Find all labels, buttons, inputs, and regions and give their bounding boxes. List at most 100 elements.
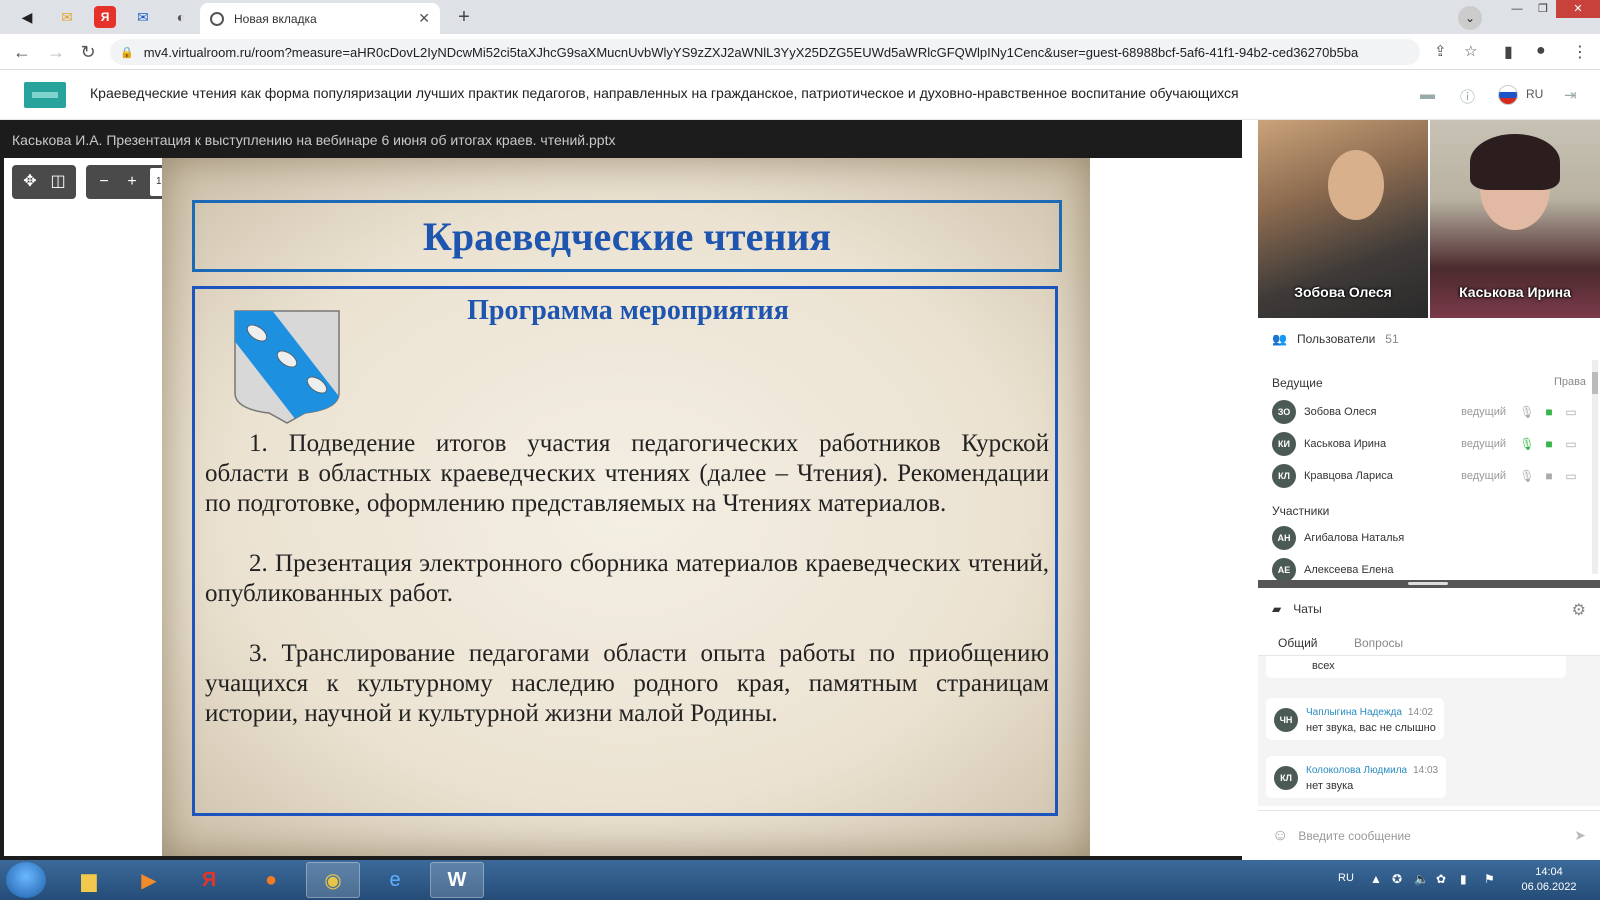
zoom-in-button[interactable]: + <box>118 168 146 196</box>
share-icon[interactable]: ⇪ <box>1434 42 1447 60</box>
network-icon[interactable]: ▮ <box>1460 872 1467 886</box>
users-scrollbar[interactable] <box>1592 360 1598 574</box>
user-name: Агибалова Наталья <box>1304 532 1405 544</box>
emoji-icon[interactable]: ☺ <box>1272 827 1288 845</box>
antivirus-icon[interactable]: ✪ <box>1392 872 1402 886</box>
user-role: ведущий <box>1461 406 1506 418</box>
yandex-browser-icon[interactable]: Я <box>182 862 236 898</box>
bookmark-star-icon[interactable]: ☆ <box>1464 42 1477 60</box>
language-code[interactable]: RU <box>1526 87 1543 101</box>
message-author: Колоколова Людмила <box>1306 765 1408 776</box>
new-tab-button[interactable]: + <box>452 6 476 30</box>
window-controls: — ❐ ✕ <box>1504 0 1600 18</box>
slide-title-frame: Краеведческие чтения <box>192 200 1062 272</box>
app-logo[interactable] <box>24 82 66 108</box>
start-button[interactable] <box>6 862 46 898</box>
avatar: КЛ <box>1272 464 1296 488</box>
mic-off-icon[interactable]: 🎙 <box>1516 405 1538 419</box>
info-icon[interactable]: ⓘ <box>1460 86 1475 107</box>
user-row[interactable]: ЗО Зобова Олеся ведущий 🎙 ■ ▭ <box>1272 398 1582 426</box>
avatar: ЗО <box>1272 400 1296 424</box>
view-mode-group: ✥ ◫ <box>12 165 76 199</box>
send-icon[interactable]: ➤ <box>1574 827 1586 844</box>
minimize-icon[interactable]: — <box>1504 0 1530 18</box>
close-tab-icon[interactable]: ✕ <box>418 10 430 27</box>
media-player-icon[interactable]: ▶ <box>122 862 176 898</box>
chat-input[interactable]: ☺ Введите сообщение ➤ <box>1258 810 1600 860</box>
chat-messages[interactable]: всех ЧН Чаплыгина Надежда 14:02 нет звука… <box>1258 656 1600 806</box>
back-icon[interactable]: ← <box>10 40 34 64</box>
camera-on-icon[interactable]: ■ <box>1538 405 1560 419</box>
user-name: Зобова Олеся <box>1304 406 1377 418</box>
word-icon[interactable]: W <box>430 862 484 898</box>
tab-questions[interactable]: Вопросы <box>1354 636 1403 650</box>
message-text: нет звука <box>1306 780 1354 792</box>
lock-icon[interactable]: 🔒 <box>120 46 134 59</box>
video-tile-kaskova[interactable]: Каськова Ирина <box>1430 120 1600 318</box>
users-icon: 👥 <box>1272 332 1287 346</box>
chat-settings-gear-icon[interactable]: ⚙ <box>1572 600 1586 620</box>
clock-time: 14:04 <box>1535 866 1563 878</box>
panel-resize-handle[interactable] <box>1258 580 1600 588</box>
slide-body-frame: Программа мероприятия 1. Подведение итог… <box>192 286 1058 816</box>
user-row[interactable]: КЛ Кравцова Лариса ведущий 🎙 ■ ▭ <box>1272 462 1582 490</box>
tab-general[interactable]: Общий <box>1278 636 1318 658</box>
speaker-icon[interactable]: ◀ <box>16 6 38 28</box>
mailbox-icon[interactable]: ✉ <box>132 6 154 28</box>
side-panel-icon[interactable]: ▮ <box>1504 42 1513 62</box>
tray-expand-icon[interactable]: ▲ <box>1370 872 1382 886</box>
globe-icon[interactable]: ◐ <box>170 6 192 28</box>
users-header[interactable]: 👥 Пользователи 51 <box>1272 332 1399 346</box>
coat-of-arms-icon <box>234 310 340 424</box>
move-icon[interactable]: ✥ <box>16 168 44 196</box>
camera-on-icon[interactable]: ■ <box>1538 437 1560 451</box>
system-clock[interactable]: 14:04 06.06.2022 <box>1514 865 1584 895</box>
explorer-folder-icon[interactable]: ▆ <box>62 862 116 898</box>
internet-explorer-icon[interactable]: e <box>368 862 422 898</box>
omnibox[interactable]: 🔒 mv4.virtualroom.ru/room?measure=aHR0cD… <box>110 39 1420 65</box>
profile-icon[interactable]: ● <box>1536 42 1546 60</box>
slide-agenda-list: 1. Подведение итогов участия педагогичес… <box>205 429 1049 759</box>
forward-icon[interactable]: → <box>44 40 68 64</box>
action-center-icon[interactable]: ⚑ <box>1484 872 1495 886</box>
chat-message: КЛ Колоколова Людмила 14:03 нет звука <box>1266 756 1447 798</box>
tab-new-tab[interactable]: Новая вкладка ✕ <box>200 3 440 34</box>
windows-taskbar: ▆ ▶ Я ● ◉ e W RU ▲ ✪ 🔈 ✿ ▮ ⚑ 14:04 06.06… <box>0 860 1600 900</box>
folder-icon[interactable]: ▬ <box>1420 86 1435 103</box>
mic-on-icon[interactable]: 🎙 <box>1516 437 1538 451</box>
zoom-out-button[interactable]: − <box>90 168 118 196</box>
app-header: Краеведческие чтения как форма популяриз… <box>0 70 1600 120</box>
mic-off-icon[interactable]: 🎙 <box>1516 469 1538 483</box>
message-text: всех <box>1312 660 1335 672</box>
user-row[interactable]: КИ Каськова Ирина ведущий 🎙 ■ ▭ <box>1272 430 1582 458</box>
russian-flag-icon[interactable] <box>1498 85 1518 105</box>
fit-width-icon[interactable]: ◫ <box>44 168 72 196</box>
user-row[interactable]: АН Агибалова Наталья <box>1272 524 1582 552</box>
mail-icon[interactable]: ✉ <box>56 6 78 28</box>
video-tile-zobova[interactable]: Зобова Олеся <box>1258 120 1428 318</box>
message-text: нет звука, вас не слышно <box>1306 722 1436 734</box>
chrome-icon[interactable]: ◉ <box>306 862 360 898</box>
avatar: АЕ <box>1272 558 1296 582</box>
yandex-icon[interactable]: Я <box>94 6 116 28</box>
firefox-icon[interactable]: ● <box>244 862 298 898</box>
user-role: ведущий <box>1461 470 1506 482</box>
screen-share-icon[interactable]: ▭ <box>1560 469 1582 483</box>
chats-label: Чаты <box>1293 602 1322 616</box>
tab-search-chevron-icon[interactable]: ⌄ <box>1458 6 1482 30</box>
volume-icon[interactable]: 🔈 <box>1414 872 1429 886</box>
camera-off-icon[interactable]: ■ <box>1538 469 1560 483</box>
exit-icon[interactable]: ⇥ <box>1564 86 1577 104</box>
browser-menu-icon[interactable]: ⋮ <box>1572 42 1588 62</box>
agenda-item-2: 2. Презентация электронного сборника мат… <box>205 550 1049 607</box>
reload-icon[interactable]: ↻ <box>76 40 100 64</box>
window-close-icon[interactable]: ✕ <box>1556 0 1600 18</box>
keyboard-language[interactable]: RU <box>1338 872 1354 884</box>
address-bar: ← → ↻ 🔒 mv4.virtualroom.ru/room?measure=… <box>0 34 1600 70</box>
chat-message: всех <box>1266 656 1566 678</box>
screen-share-icon[interactable]: ▭ <box>1560 405 1582 419</box>
tray-app-icon[interactable]: ✿ <box>1436 872 1446 886</box>
screen-share-icon[interactable]: ▭ <box>1560 437 1582 451</box>
restore-icon[interactable]: ❐ <box>1530 0 1556 18</box>
event-title: Краеведческие чтения как форма популяриз… <box>90 85 1239 101</box>
